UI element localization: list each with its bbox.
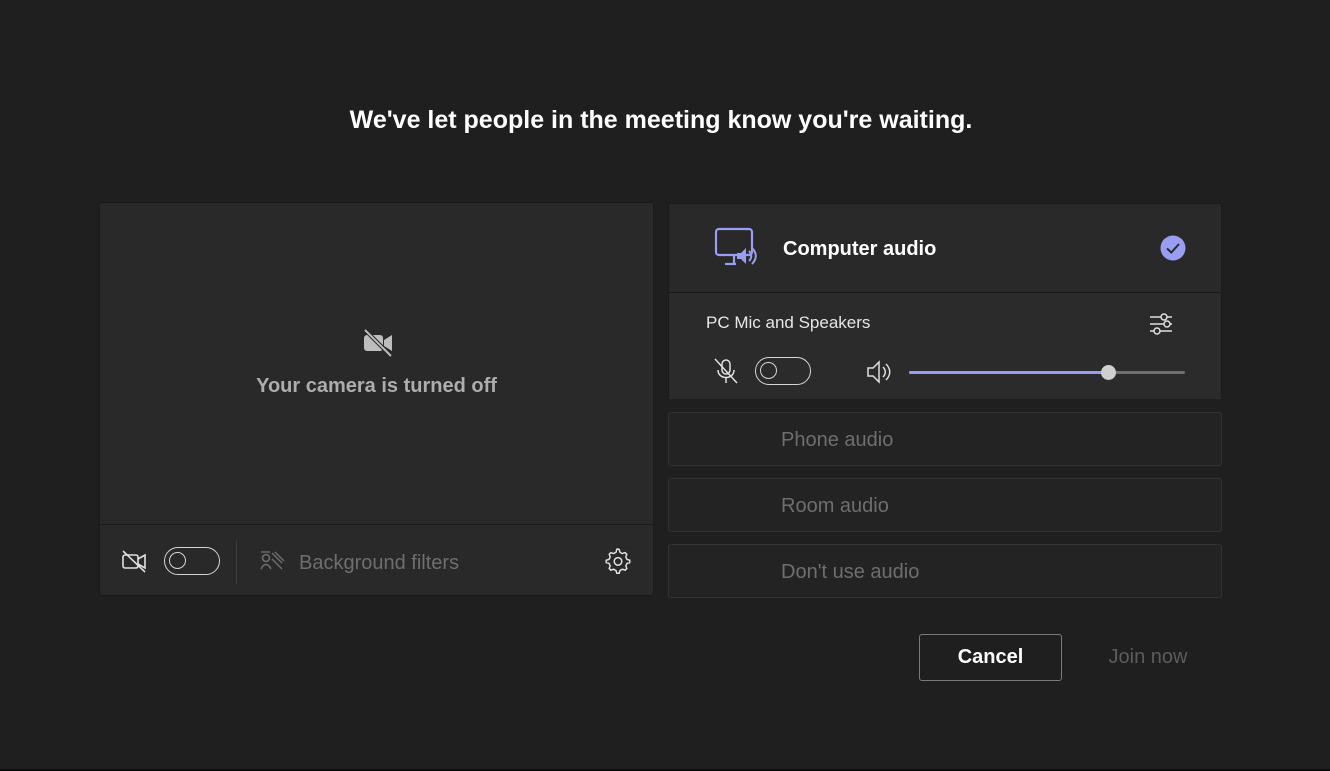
device-settings-icon[interactable] [1147, 310, 1175, 338]
phone-audio-label: Phone audio [781, 429, 894, 451]
camera-off-message: Your camera is turned off [256, 375, 497, 397]
camera-toolbar: Background filters [100, 525, 653, 597]
page-heading: We've let people in the meeting know you… [349, 106, 973, 134]
camera-off-icon [122, 550, 146, 573]
camera-preview: Your camera is turned off [100, 203, 653, 525]
monitor-speaker-icon [714, 227, 757, 266]
computer-audio-label: Computer audio [783, 238, 937, 260]
cancel-button[interactable]: Cancel [919, 634, 1062, 681]
mic-off-icon [714, 358, 738, 384]
toggle-knob [760, 362, 777, 379]
checkmark-circle-icon [1160, 235, 1186, 261]
volume-slider-fill [909, 371, 1108, 374]
audio-device-label: PC Mic and Speakers [706, 313, 871, 332]
computer-audio-option[interactable]: Computer audio PC Mic and Speakers [668, 203, 1222, 399]
volume-slider-thumb[interactable] [1100, 365, 1116, 380]
camera-panel: Your camera is turned off Background fil… [99, 202, 654, 596]
video-off-icon [363, 328, 393, 358]
no-audio-option[interactable]: Don't use audio [668, 544, 1222, 598]
room-audio-label: Room audio [781, 495, 889, 517]
microphone-toggle[interactable] [755, 357, 811, 385]
phone-audio-option[interactable]: Phone audio [668, 412, 1222, 466]
toolbar-divider [236, 540, 237, 584]
toggle-knob [169, 552, 186, 569]
no-audio-label: Don't use audio [781, 561, 920, 583]
gear-icon[interactable] [603, 547, 631, 575]
background-filters-button[interactable]: Background filters [299, 552, 459, 575]
volume-slider[interactable] [909, 365, 1185, 380]
computer-audio-settings: PC Mic and Speakers [669, 293, 1221, 399]
computer-audio-header[interactable]: Computer audio [669, 204, 1221, 293]
camera-toggle[interactable] [164, 547, 220, 575]
join-now-button[interactable]: Join now [1088, 634, 1208, 681]
room-audio-option[interactable]: Room audio [668, 478, 1222, 532]
speaker-icon [867, 360, 891, 384]
background-effects-icon [260, 551, 285, 570]
